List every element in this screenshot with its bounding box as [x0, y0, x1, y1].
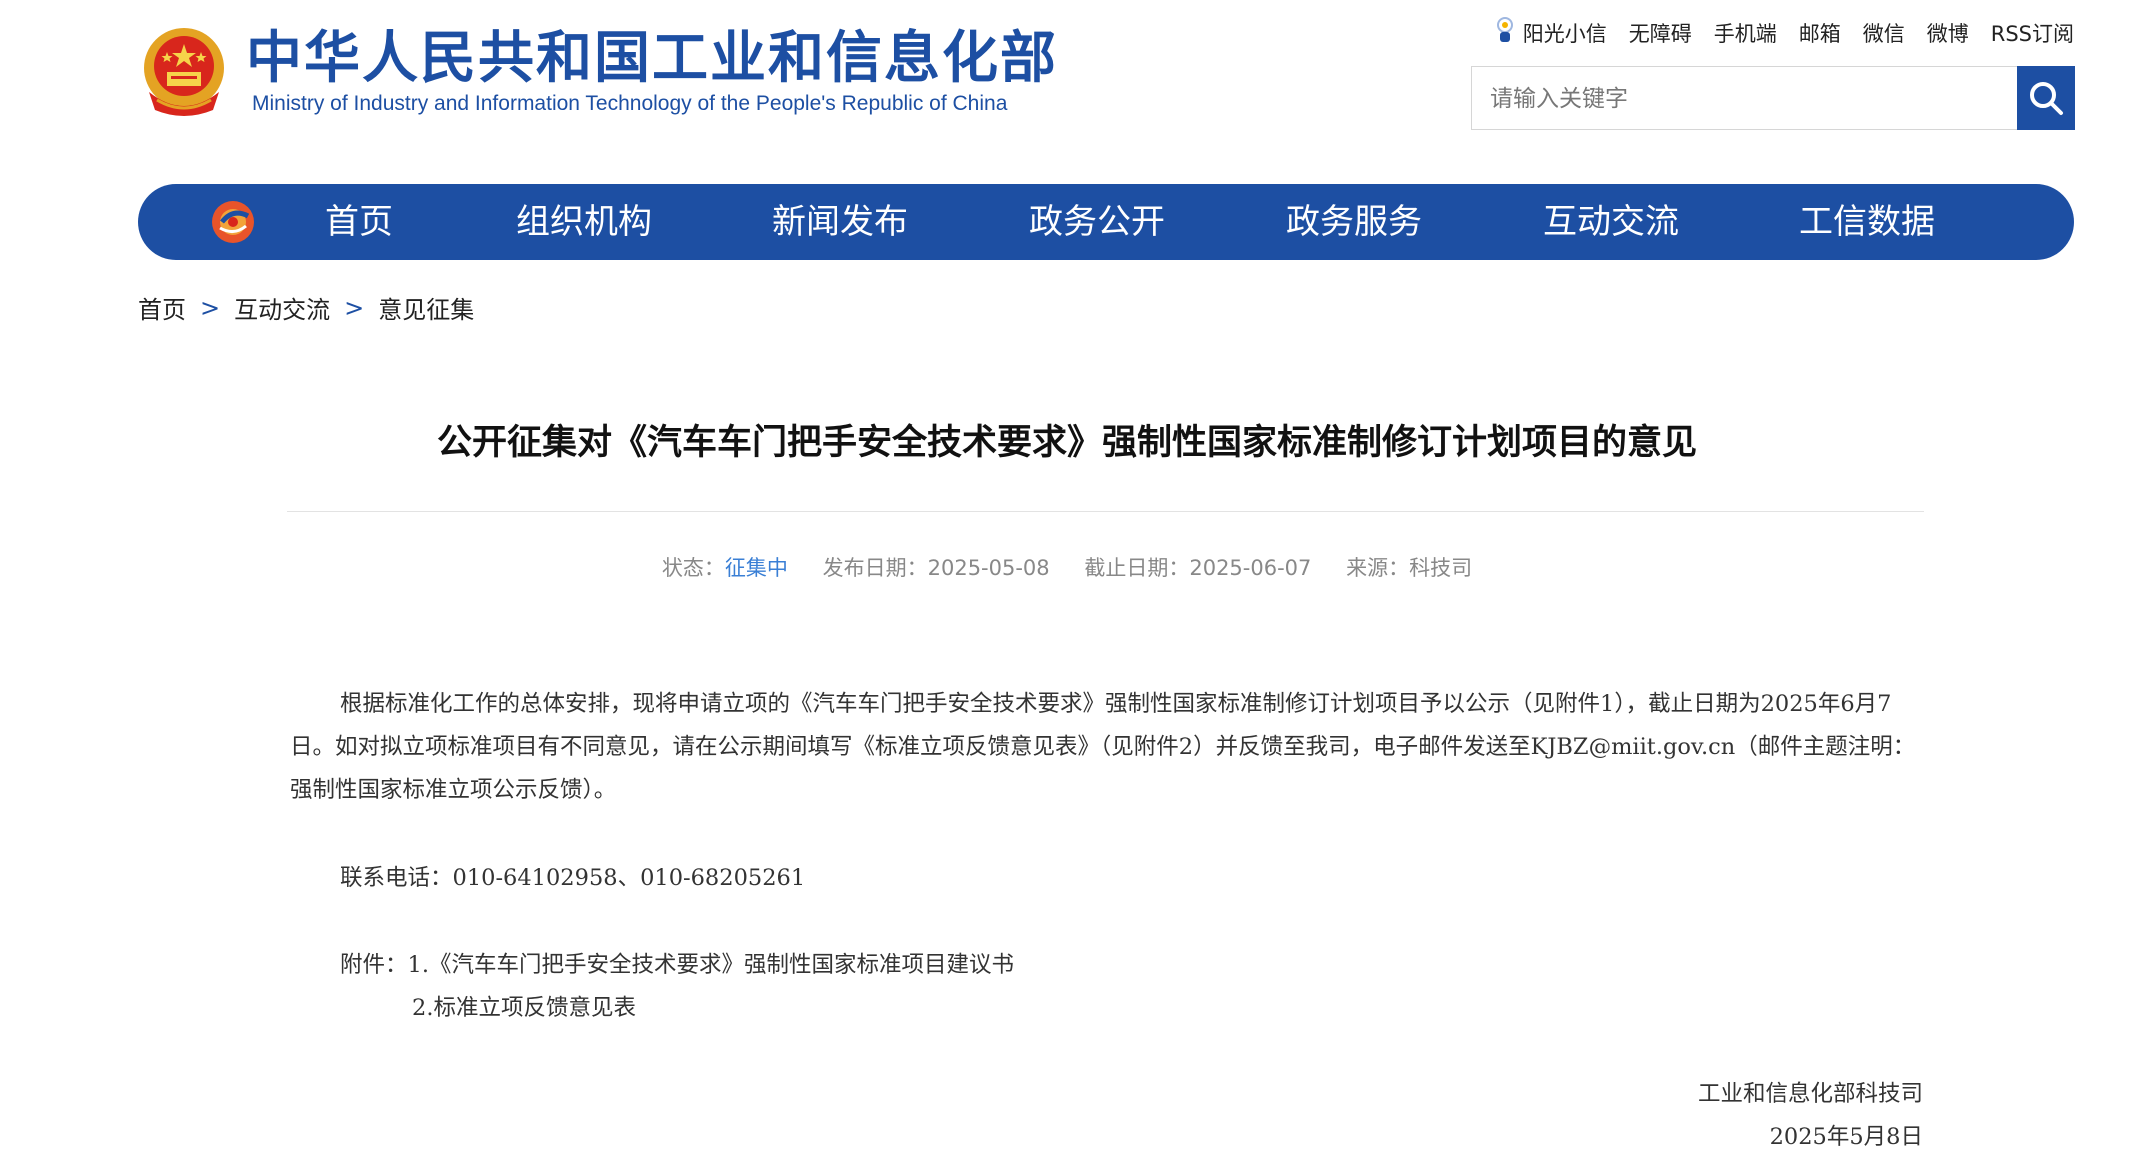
meta-publish-date: 发布日期：2025-05-08 — [823, 556, 1050, 580]
search-input[interactable] — [1488, 67, 1992, 131]
nav-item-gov-services[interactable]: 政务服务 — [1286, 184, 1422, 260]
site-title-en: Ministry of Industry and Information Tec… — [252, 92, 1008, 115]
top-link-weibo[interactable]: 微博 — [1927, 18, 1969, 48]
meta-publish-label: 发布日期： — [822, 556, 928, 580]
signature: 工业和信息化部科技司 2025年5月8日 — [1698, 1073, 1923, 1159]
meta-publish-value: 2025-05-08 — [927, 556, 1050, 580]
article-meta: 状态：征集中 发布日期：2025-05-08 截止日期：2025-06-07 来… — [0, 552, 2134, 582]
attachment-link-2[interactable]: 2.标准立项反馈意见表 — [412, 995, 636, 1021]
article-paragraph: 根据标准化工作的总体安排，现将申请立项的《汽车车门把手安全技术要求》强制性国家标… — [290, 691, 1916, 803]
sign-date: 2025年5月8日 — [1769, 1124, 1923, 1150]
breadcrumb-home[interactable]: 首页 — [138, 290, 186, 325]
breadcrumb-interaction[interactable]: 互动交流 — [234, 290, 330, 325]
nav-item-news[interactable]: 新闻发布 — [772, 184, 908, 260]
meta-source-label: 来源： — [1346, 556, 1410, 580]
breadcrumb-separator: > — [200, 293, 221, 322]
main-nav: 首页 组织机构 新闻发布 政务公开 政务服务 互动交流 工信数据 — [138, 184, 2074, 260]
miit-logo-icon — [208, 198, 258, 246]
attachments-label: 附件： — [340, 952, 408, 978]
attachments: 附件：1.《汽车车门把手安全技术要求》强制性国家标准项目建议书 2.标准立项反馈… — [290, 944, 1974, 1030]
attachment-row: 2.标准立项反馈意见表 — [340, 987, 1974, 1030]
breadcrumb: 首页 > 互动交流 > 意见征集 — [138, 290, 474, 325]
top-link-sunshine[interactable]: 阳光小信 — [1495, 16, 1607, 49]
search-box — [1471, 66, 2075, 131]
top-link-label[interactable]: 阳光小信 — [1523, 18, 1607, 48]
meta-source-value: 科技司 — [1409, 556, 1473, 580]
search-button[interactable] — [2017, 66, 2075, 130]
breadcrumb-separator: > — [344, 293, 365, 322]
mascot-icon — [1495, 16, 1515, 49]
top-link-mail[interactable]: 邮箱 — [1799, 18, 1841, 48]
national-emblem-icon — [137, 22, 231, 122]
meta-source: 来源：科技司 — [1346, 556, 1472, 580]
nav-item-organization[interactable]: 组织机构 — [516, 184, 652, 260]
meta-deadline-value: 2025-06-07 — [1189, 556, 1312, 580]
contact-phone: 联系电话：010-64102958、010-68205261 — [340, 865, 806, 891]
search-icon — [2030, 82, 2063, 115]
meta-deadline-label: 截止日期： — [1084, 556, 1190, 580]
attachment-row: 附件：1.《汽车车门把手安全技术要求》强制性国家标准项目建议书 — [340, 944, 1974, 987]
top-links: 阳光小信 无障碍 手机端 邮箱 微信 微博 RSS订阅 — [1495, 16, 2074, 49]
nav-item-gov-affairs[interactable]: 政务公开 — [1029, 184, 1165, 260]
top-link-mobile[interactable]: 手机端 — [1714, 18, 1777, 48]
status-badge: 征集中 — [724, 556, 788, 580]
nav-item-home[interactable]: 首页 — [325, 184, 393, 260]
top-link-accessibility[interactable]: 无障碍 — [1629, 18, 1692, 48]
meta-status: 状态：征集中 — [662, 556, 788, 580]
meta-deadline: 截止日期：2025-06-07 — [1084, 556, 1311, 580]
nav-item-data[interactable]: 工信数据 — [1799, 184, 1935, 260]
article-title: 公开征集对《汽车车门把手安全技术要求》强制性国家标准制修订计划项目的意见 — [436, 423, 1697, 463]
site-title-cn: 中华人民共和国工业和信息化部 — [246, 26, 1058, 91]
sign-organization: 工业和信息化部科技司 — [1697, 1081, 1923, 1107]
nav-item-interaction[interactable]: 互动交流 — [1543, 184, 1679, 260]
top-link-wechat[interactable]: 微信 — [1863, 18, 1905, 48]
meta-status-label: 状态： — [661, 556, 725, 580]
breadcrumb-current[interactable]: 意见征集 — [378, 290, 474, 325]
attachment-link-1[interactable]: 1.《汽车车门把手安全技术要求》强制性国家标准项目建议书 — [408, 952, 1014, 978]
title-divider — [287, 511, 1924, 512]
top-link-rss[interactable]: RSS订阅 — [1991, 18, 2074, 48]
